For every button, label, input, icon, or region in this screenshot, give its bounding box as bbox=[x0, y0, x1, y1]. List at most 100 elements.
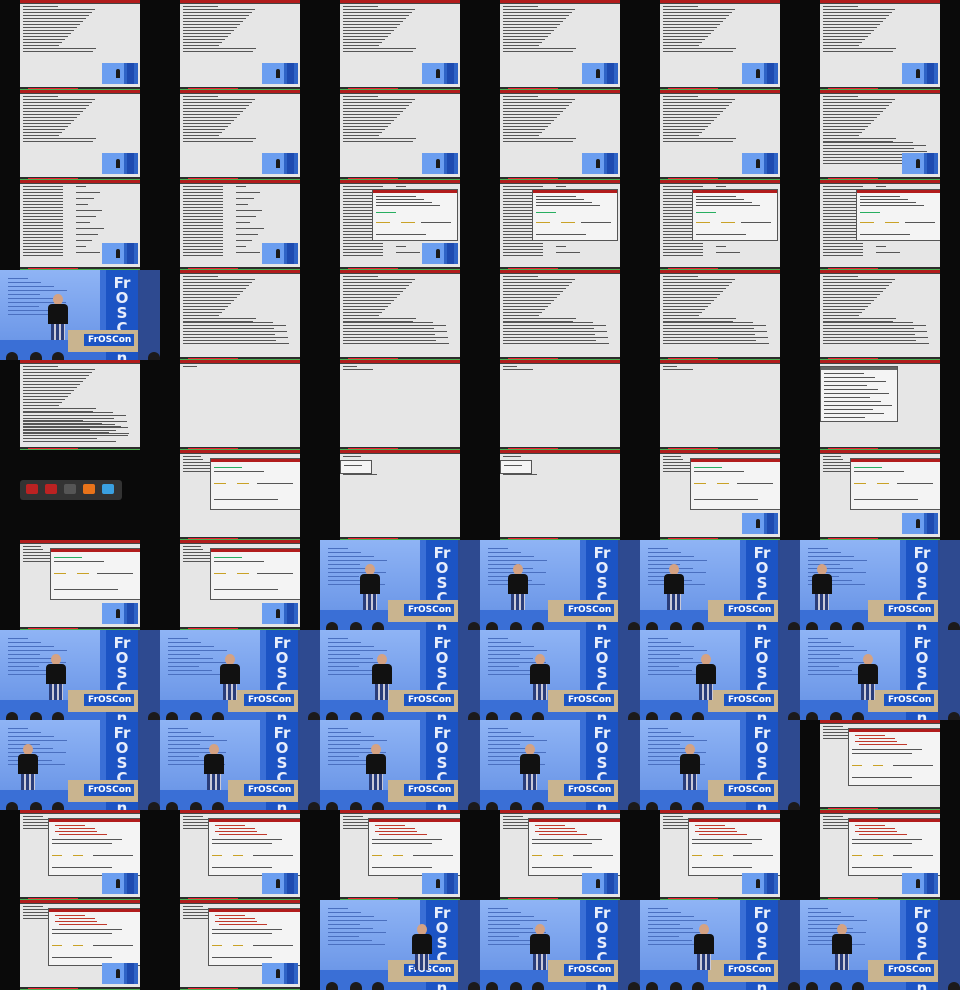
terminal-text-line bbox=[343, 243, 383, 244]
code-line-red bbox=[55, 831, 97, 832]
menu-item bbox=[824, 397, 870, 398]
terminal-text-line bbox=[236, 198, 254, 199]
terminal-text-line bbox=[503, 135, 539, 136]
code-pane bbox=[848, 818, 940, 876]
terminal-text-line bbox=[823, 6, 858, 7]
status-red bbox=[828, 448, 878, 449]
slide-line bbox=[8, 638, 28, 639]
terminal-text-line bbox=[343, 39, 385, 40]
terminal-text-line bbox=[823, 291, 883, 292]
terminal-text-line bbox=[823, 243, 863, 244]
slide-line bbox=[168, 646, 214, 647]
audience-head bbox=[830, 982, 842, 990]
code-line-red bbox=[59, 834, 107, 835]
audience-head bbox=[372, 622, 384, 630]
terminal-text-line bbox=[503, 279, 575, 280]
terminal-text-line bbox=[663, 45, 699, 46]
terminal-text-line bbox=[183, 24, 240, 25]
inset-banner bbox=[287, 63, 294, 84]
terminal-text-line bbox=[663, 117, 717, 118]
terminal-text-line bbox=[23, 141, 93, 142]
audience-head bbox=[670, 982, 682, 990]
camera-frame: FrOSConFrOSCon bbox=[800, 630, 960, 720]
camera-frame: FrOSConFrOSCon bbox=[0, 270, 160, 360]
terminal-text-line bbox=[183, 99, 255, 100]
inset-banner bbox=[447, 243, 454, 264]
dialog-text bbox=[97, 573, 133, 574]
inset-slide bbox=[902, 153, 924, 174]
speaker bbox=[412, 924, 432, 970]
terminal-text-line bbox=[23, 210, 63, 211]
audience-head bbox=[486, 802, 498, 810]
terminal-output-line bbox=[343, 331, 447, 332]
terminal-text-line bbox=[183, 21, 243, 22]
tmux-subtitle-bar bbox=[660, 3, 780, 4]
terminal-text-line bbox=[823, 738, 849, 739]
dialog-text-green bbox=[536, 212, 556, 213]
audience-head bbox=[166, 802, 178, 810]
slide-line bbox=[488, 928, 533, 929]
code-line bbox=[532, 843, 592, 844]
slide-line bbox=[328, 658, 373, 659]
terminal-text-line bbox=[23, 399, 65, 400]
dialog-text bbox=[52, 867, 112, 868]
terminal-output-line bbox=[823, 148, 914, 149]
tmux-subtitle-bar bbox=[820, 723, 940, 724]
tmux-subtitle-bar bbox=[20, 903, 140, 904]
dialog-text bbox=[93, 945, 133, 946]
video-frame-thumbnail bbox=[800, 360, 960, 450]
slide-line bbox=[8, 740, 67, 741]
inset-speaker bbox=[596, 159, 600, 168]
code-line-red bbox=[855, 825, 885, 826]
slide-line bbox=[328, 924, 360, 925]
terminal-text-line bbox=[23, 249, 63, 250]
terminal-window bbox=[820, 450, 940, 540]
slide-line bbox=[488, 650, 547, 651]
terminal-text-line bbox=[343, 297, 397, 298]
code-pane bbox=[208, 908, 300, 966]
terminal-text-line bbox=[343, 117, 397, 118]
video-frame-thumbnail bbox=[0, 180, 160, 270]
tmux-subtitle-bar bbox=[20, 363, 140, 364]
inset-speaker bbox=[916, 519, 920, 528]
dialog-text bbox=[692, 867, 752, 868]
terminal-text-line bbox=[23, 96, 58, 97]
inset-banner bbox=[127, 243, 134, 264]
code-line bbox=[372, 839, 442, 840]
code-line-red bbox=[219, 834, 267, 835]
dialog-title-bar bbox=[373, 190, 457, 193]
inset-speaker bbox=[116, 609, 120, 618]
podium-logo: FrOSCon bbox=[728, 695, 772, 705]
video-frame-thumbnail bbox=[0, 900, 160, 990]
slide-line bbox=[328, 916, 374, 917]
terminal-text-line bbox=[343, 15, 409, 16]
app-icon bbox=[26, 484, 38, 494]
audience-head bbox=[646, 802, 658, 810]
terminal-window bbox=[180, 900, 300, 990]
terminal-text-line bbox=[183, 312, 222, 313]
terminal-text-line bbox=[23, 231, 63, 232]
terminal-window bbox=[820, 180, 940, 270]
terminal-text-line bbox=[183, 315, 219, 316]
dialog-text-yellow bbox=[873, 765, 883, 766]
status-red bbox=[188, 88, 238, 89]
dialog-text bbox=[54, 561, 104, 562]
audience-head bbox=[852, 982, 864, 990]
terminal-text-line bbox=[343, 123, 391, 124]
app-icon bbox=[102, 484, 114, 494]
terminal-text-line bbox=[183, 39, 225, 40]
terminal-text-line bbox=[503, 21, 563, 22]
audience-head bbox=[948, 712, 960, 720]
terminal-text-line bbox=[823, 45, 859, 46]
inset-speaker bbox=[116, 159, 120, 168]
speaker-shirt bbox=[680, 754, 700, 774]
terminal-text-line bbox=[663, 816, 683, 817]
terminal-text-line bbox=[23, 369, 95, 370]
inset-slide bbox=[262, 963, 284, 984]
terminal-text-line bbox=[503, 12, 572, 13]
slide-line bbox=[168, 658, 213, 659]
audience-head bbox=[692, 622, 704, 630]
video-frame-thumbnail bbox=[320, 360, 480, 450]
speaker bbox=[680, 744, 700, 790]
terminal-text-line bbox=[23, 381, 83, 382]
